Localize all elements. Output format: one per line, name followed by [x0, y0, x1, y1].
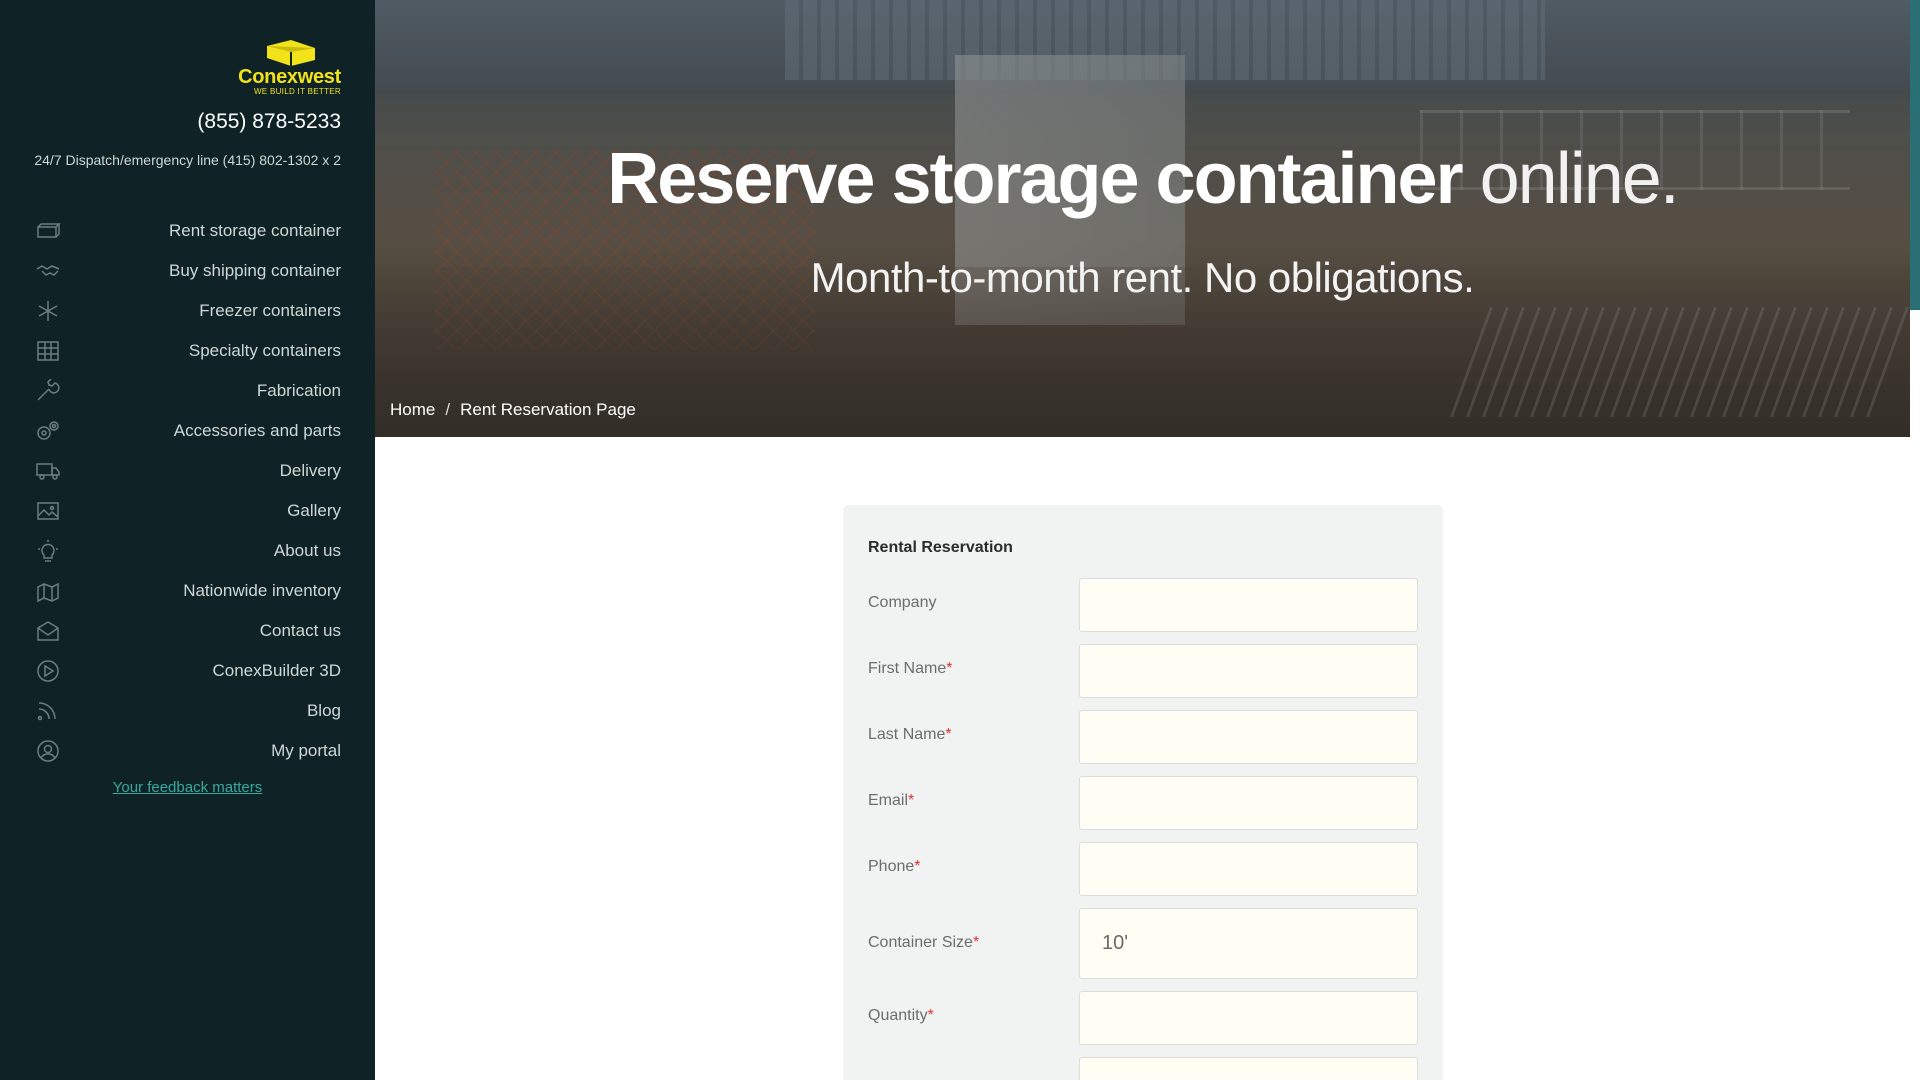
hero-subtitle: Month-to-month rent. No obligations. [810, 254, 1475, 301]
sidebar-item-label: ConexBuilder 3D [212, 661, 341, 680]
sidebar-item-fabrication[interactable]: Fabrication [0, 371, 375, 411]
breadcrumb-separator: / [445, 400, 451, 419]
page: Conexwest WE BUILD IT BETTER (855) 878-5… [0, 0, 1920, 1080]
sidebar-item-contact-us[interactable]: Contact us [0, 611, 375, 651]
rss-icon [35, 699, 61, 723]
company-label: Company [868, 594, 937, 611]
sidebar-item-conexbuilder-3d[interactable]: ConexBuilder 3D [0, 651, 375, 691]
sidebar-item-about-us[interactable]: About us [0, 531, 375, 571]
handshake-icon [35, 259, 61, 283]
sidebar-item-label: Specialty containers [188, 341, 341, 360]
quantity-label: Quantity* [868, 1007, 934, 1024]
sidebar-item-label: Blog [306, 701, 341, 720]
next-field[interactable] [1079, 1057, 1418, 1080]
container-rent-icon [35, 219, 61, 243]
form-title: Rental Reservation [868, 539, 1013, 556]
sidebar-item-nationwide-inventory[interactable]: Nationwide inventory [0, 571, 375, 611]
hero-title-light: online. [1461, 139, 1680, 219]
required-marker: * [914, 858, 921, 875]
scrollbar-track[interactable] [1910, 0, 1920, 1080]
hero-banner: Reserve storage container online. Month-… [375, 0, 1910, 437]
grid-icon [35, 339, 61, 363]
sidebar-item-label: Fabrication [256, 381, 341, 400]
brand-name: Conexwest [238, 66, 341, 88]
sidebar-item-my-portal[interactable]: My portal [0, 731, 375, 771]
phone-field[interactable] [1079, 842, 1418, 896]
sidebar-item-label: Accessories and parts [173, 421, 341, 440]
snowflake-icon [35, 299, 61, 323]
sidebar: Conexwest WE BUILD IT BETTER (855) 878-5… [0, 0, 375, 1080]
map-icon [35, 579, 61, 603]
container-size-field[interactable] [1079, 908, 1418, 979]
breadcrumb-current: Rent Reservation Page [460, 400, 636, 419]
sidebar-item-label: Gallery [287, 501, 341, 520]
sidebar-item-label: My portal [271, 741, 341, 760]
sidebar-item-label: Freezer containers [199, 301, 341, 320]
email-field[interactable] [1079, 776, 1418, 830]
required-marker: * [908, 792, 915, 809]
sidebar-item-blog[interactable]: Blog [0, 691, 375, 731]
required-marker: * [946, 660, 953, 677]
required-marker: * [927, 1007, 934, 1024]
feedback-link[interactable]: Your feedback matters [0, 779, 375, 796]
sidebar-item-gallery[interactable]: Gallery [0, 491, 375, 531]
lightbulb-icon [35, 539, 61, 563]
sidebar-item-delivery[interactable]: Delivery [0, 451, 375, 491]
last-name-label: Last Name* [868, 726, 952, 743]
required-marker: * [972, 934, 980, 951]
phone-label: Phone* [868, 858, 921, 875]
sidebar-item-label: Delivery [279, 461, 341, 480]
first-name-field[interactable] [1079, 644, 1418, 698]
brand-logo[interactable]: Conexwest WE BUILD IT BETTER [231, 38, 341, 98]
dispatch-line: 24/7 Dispatch/emergency line (415) 802-1… [34, 152, 341, 168]
hero-title-bold: Reserve storage container [607, 139, 1463, 219]
image-icon [35, 499, 61, 523]
email-label: Email* [868, 792, 915, 809]
sidebar-item-label: Buy shipping container [168, 261, 341, 280]
wrench-icon [35, 378, 61, 403]
sidebar-item-label: Nationwide inventory [183, 581, 341, 600]
last-name-field[interactable] [1079, 710, 1418, 764]
breadcrumb-home[interactable]: Home [390, 400, 435, 419]
container-size-label: Container Size* [868, 934, 980, 951]
sidebar-item-label: Rent storage container [169, 221, 341, 240]
logo-mark-icon [267, 40, 315, 66]
quantity-field[interactable] [1079, 991, 1418, 1045]
breadcrumb: Home / Rent Reservation Page [390, 400, 636, 420]
company-field[interactable] [1079, 578, 1418, 632]
sidebar-item-specialty-containers[interactable]: Specialty containers [0, 331, 375, 371]
rental-reservation-form: Rental Reservation Company First Name* L… [843, 505, 1443, 1080]
brand-tagline: WE BUILD IT BETTER [253, 87, 341, 96]
user-icon [35, 739, 61, 763]
phone-number[interactable]: (855) 878-5233 [197, 110, 341, 134]
sidebar-item-freezer-containers[interactable]: Freezer containers [0, 291, 375, 331]
play-icon [35, 659, 61, 683]
truck-icon [35, 459, 61, 483]
sidebar-nav: Rent storage container Buy shipping cont… [0, 211, 375, 771]
envelope-icon [35, 619, 61, 643]
scrollbar-thumb[interactable] [1910, 0, 1920, 310]
gears-icon [35, 419, 61, 443]
required-marker: * [945, 726, 952, 743]
sidebar-item-label: Contact us [259, 621, 341, 640]
sidebar-item-rent-storage-container[interactable]: Rent storage container [0, 211, 375, 251]
first-name-label: First Name* [868, 660, 953, 677]
sidebar-item-buy-shipping-container[interactable]: Buy shipping container [0, 251, 375, 291]
sidebar-item-label: About us [273, 541, 341, 560]
hero-title: Reserve storage container online. [375, 138, 1910, 220]
sidebar-item-accessories-and-parts[interactable]: Accessories and parts [0, 411, 375, 451]
